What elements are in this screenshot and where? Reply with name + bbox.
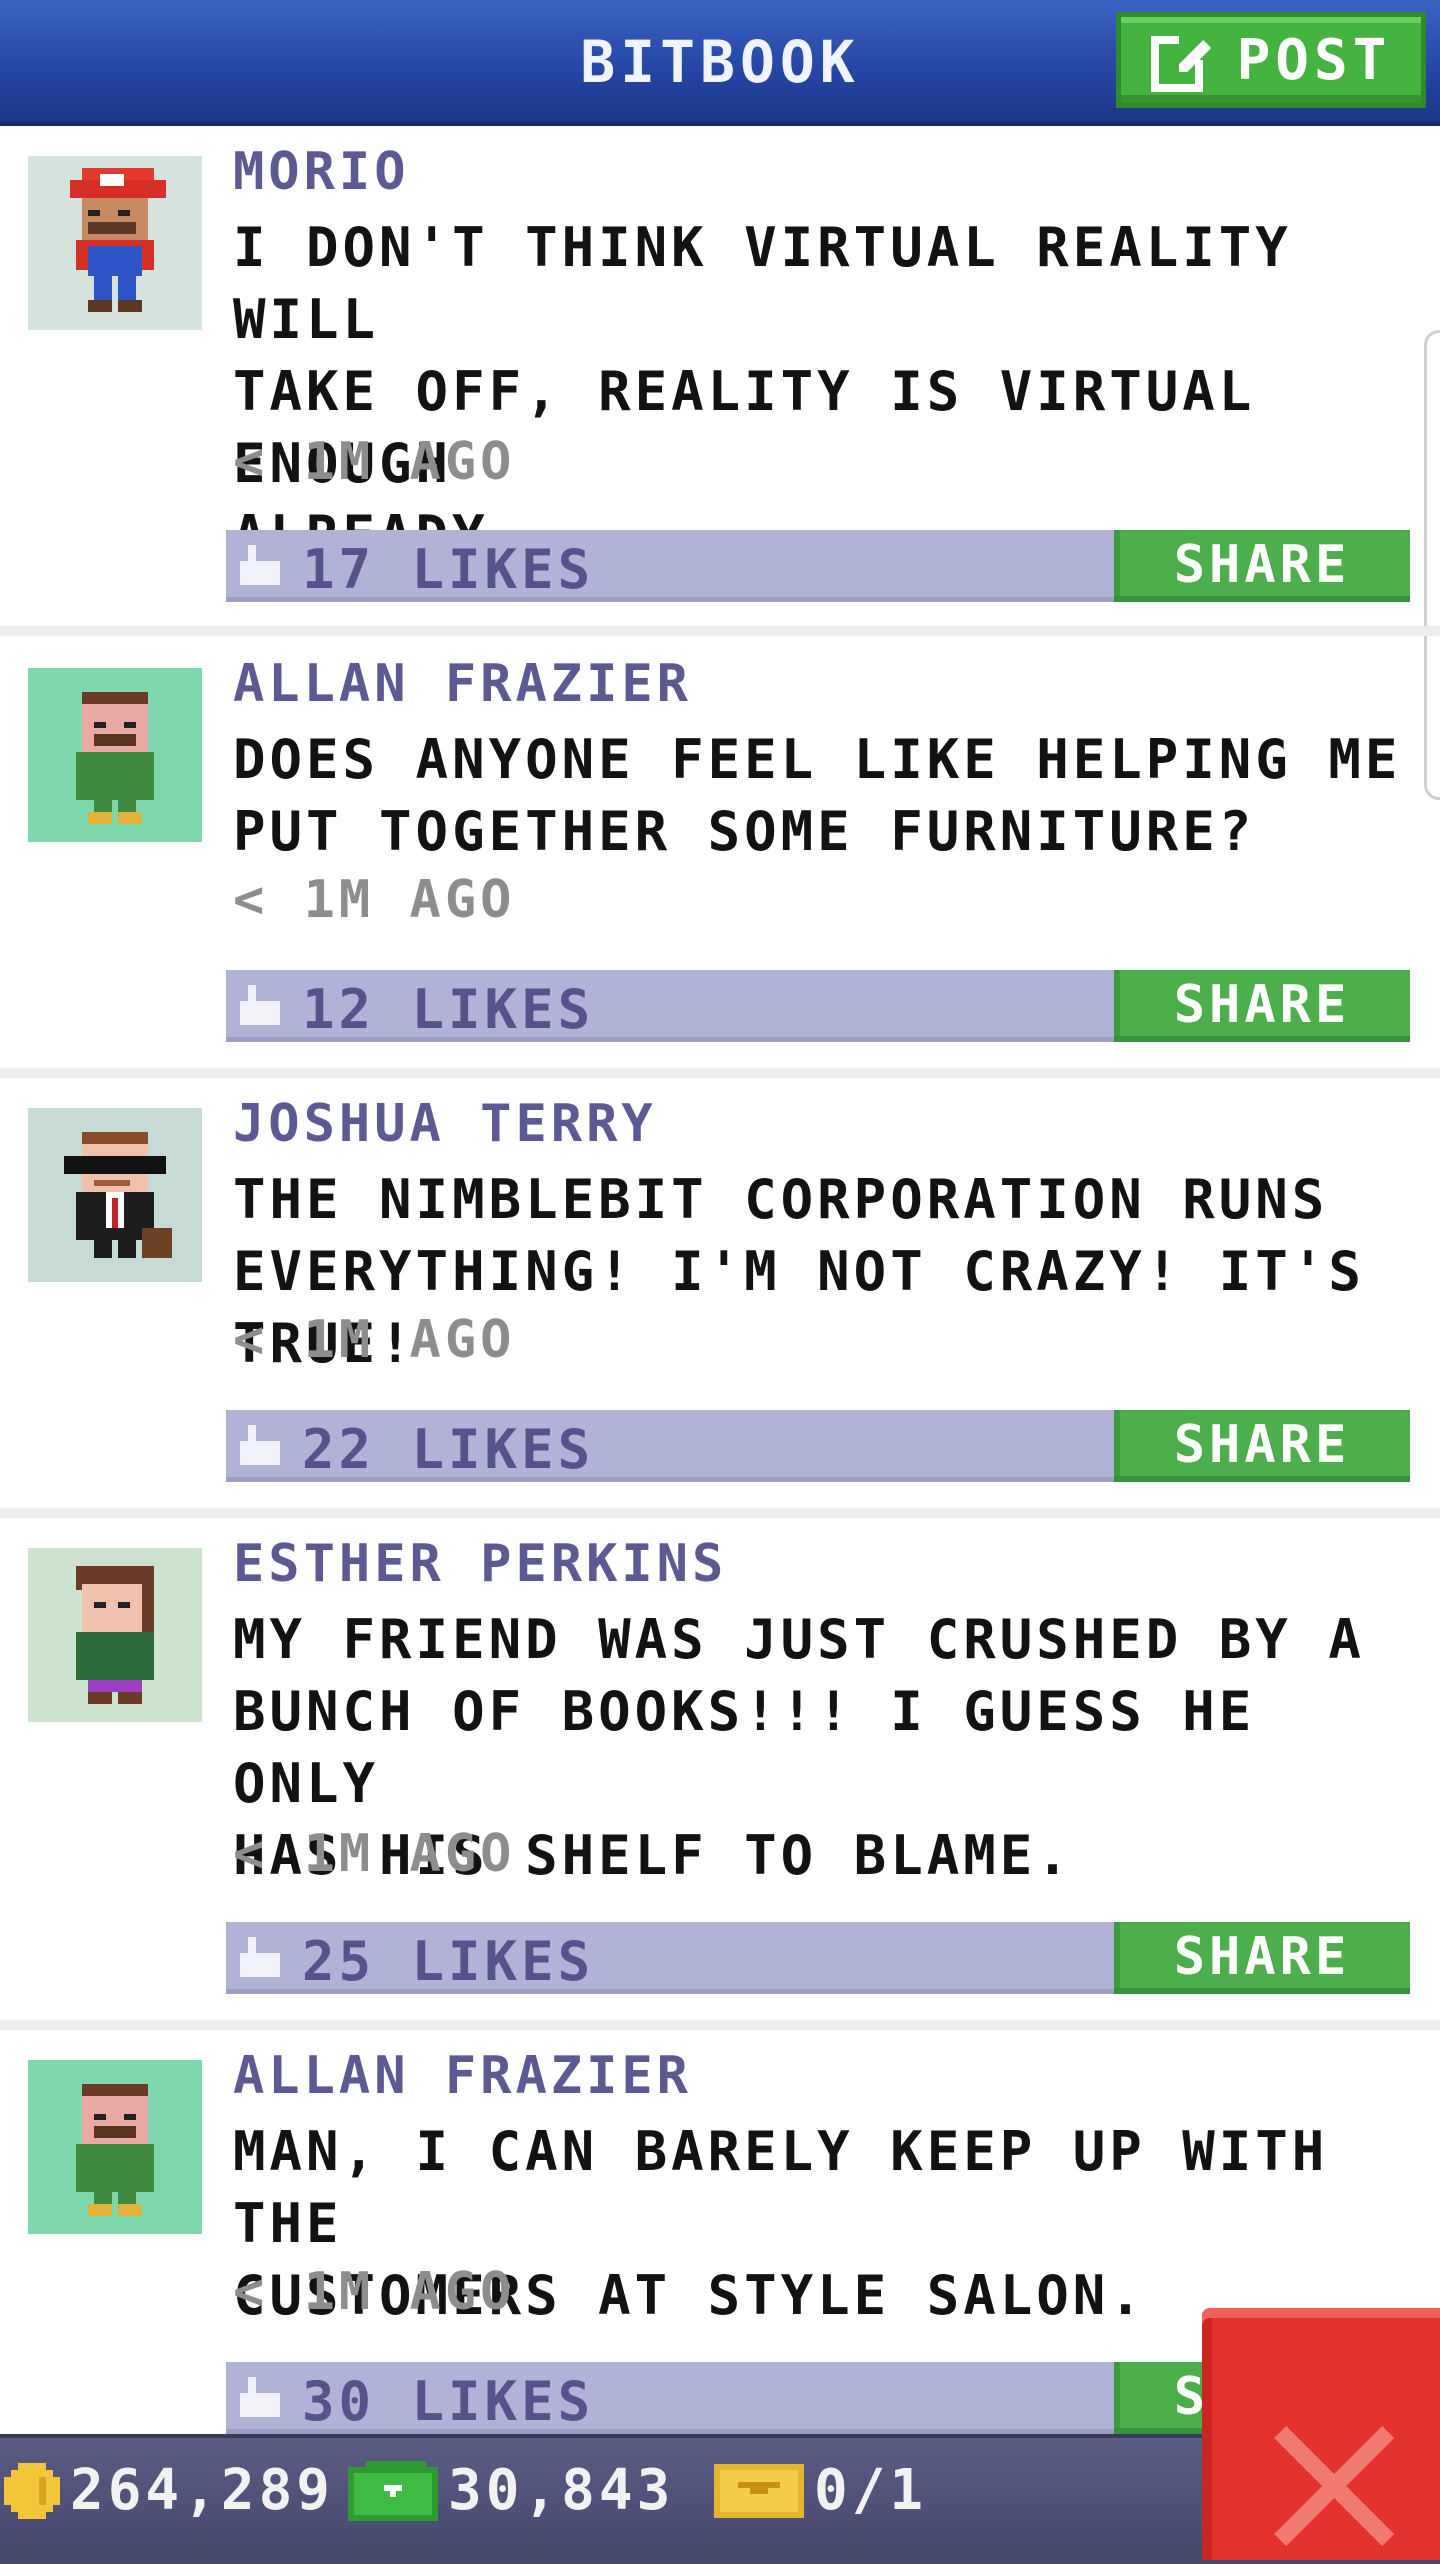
post-time: < 1M AGO (233, 2262, 516, 2322)
post-divider (0, 626, 1440, 636)
share-button[interactable]: SHARE (1114, 1922, 1410, 1994)
post-text: DOES ANYONE FEEL LIKE HELPING ME PUT TOG… (233, 728, 1402, 863)
post-author[interactable]: ALLAN FRAZIER (233, 2046, 692, 2106)
likes-bar: 12 LIKES SHARE (226, 970, 1410, 1042)
feed-post: ESTHER PERKINS MY FRIEND WAS JUST CRUSHE… (0, 1518, 1440, 2020)
like-icon[interactable] (240, 2376, 280, 2418)
avatar (28, 156, 202, 330)
tickets-stat: 0/1 (714, 2458, 927, 2523)
coins-stat: 264,289 (4, 2458, 334, 2523)
post-text: I DON'T THINK VIRTUAL REALITY WILL TAKE … (233, 216, 1292, 567)
post-time: < 1M AGO (233, 1310, 516, 1370)
close-icon (1274, 2426, 1394, 2546)
post-label: POST (1236, 27, 1392, 93)
bux-stat: 30,843 (348, 2458, 674, 2523)
post-author[interactable]: JOSHUA TERRY (233, 1094, 657, 1154)
avatar (28, 668, 202, 842)
like-icon[interactable] (240, 544, 280, 586)
likes-count: 25 LIKES (302, 1930, 595, 1993)
post-time: < 1M AGO (233, 432, 516, 492)
allan-avatar-icon (28, 668, 202, 842)
likes-bar: 22 LIKES SHARE (226, 1410, 1410, 1482)
post-author[interactable]: ALLAN FRAZIER (233, 654, 692, 714)
like-icon[interactable] (240, 1424, 280, 1466)
avatar (28, 1548, 202, 1722)
compose-icon (1150, 32, 1211, 92)
share-button[interactable]: SHARE (1114, 1410, 1410, 1482)
post-author[interactable]: MORIO (233, 142, 410, 202)
app-header: BITBOOK POST (0, 0, 1440, 126)
bux-icon (348, 2460, 438, 2521)
like-icon[interactable] (240, 1936, 280, 1978)
likes-count: 22 LIKES (302, 1418, 595, 1481)
share-button[interactable]: SHARE (1114, 530, 1410, 602)
post-divider (0, 2020, 1440, 2030)
post-author[interactable]: ESTHER PERKINS (233, 1534, 727, 1594)
likes-count: 30 LIKES (302, 2370, 595, 2433)
post-time: < 1M AGO (233, 870, 516, 930)
feed-post: MORIO I DON'T THINK VIRTUAL REALITY WILL… (0, 126, 1440, 626)
bux-value: 30,843 (448, 2458, 675, 2523)
feed-post: JOSHUA TERRY THE NIMBLEBIT CORPORATION R… (0, 1078, 1440, 1508)
like-icon[interactable] (240, 984, 280, 1026)
likes-count: 17 LIKES (302, 538, 595, 601)
coin-icon (4, 2462, 60, 2519)
post-button[interactable]: POST (1116, 12, 1426, 108)
likes-bar: 25 LIKES SHARE (226, 1922, 1410, 1994)
likes-count: 12 LIKES (302, 978, 595, 1041)
esther-avatar-icon (28, 1548, 202, 1722)
tickets-value: 0/1 (814, 2458, 928, 2523)
ticket-icon (714, 2463, 804, 2518)
avatar (28, 2060, 202, 2234)
post-time: < 1M AGO (233, 1824, 516, 1884)
avatar (28, 1108, 202, 1282)
allan-avatar-icon (28, 2060, 202, 2234)
feed-post: ALLAN FRAZIER DOES ANYONE FEEL LIKE HELP… (0, 638, 1440, 1068)
post-divider (0, 1068, 1440, 1078)
likes-bar: 17 LIKES SHARE (226, 530, 1410, 602)
close-button[interactable] (1202, 2308, 1440, 2560)
post-divider (0, 1508, 1440, 1518)
morio-avatar-icon (28, 156, 202, 330)
coins-value: 264,289 (70, 2458, 335, 2523)
joshua-avatar-icon (28, 1108, 202, 1282)
share-button[interactable]: SHARE (1114, 970, 1410, 1042)
